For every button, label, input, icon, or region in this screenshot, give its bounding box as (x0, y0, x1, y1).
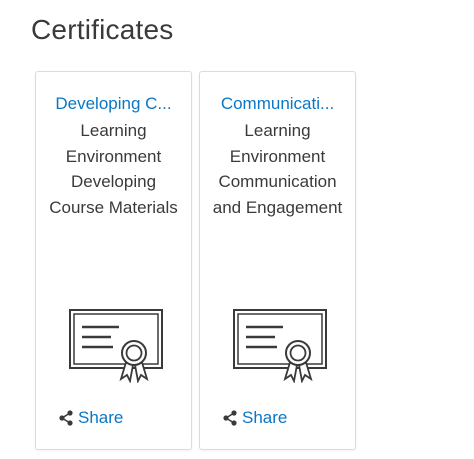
certificate-card: Communicati... Learning Environment Comm… (199, 71, 356, 450)
certificate-description: Learning Environment Developing Course M… (49, 121, 178, 218)
certificate-icon (233, 309, 327, 383)
share-label: Share (78, 408, 124, 427)
share-button[interactable]: Share (58, 408, 123, 428)
share-button[interactable]: Share (222, 408, 287, 428)
certificate-card: Developing C... Learning Environment Dev… (35, 71, 192, 450)
share-icon (223, 410, 237, 426)
certificate-title-link[interactable]: Communicati... (200, 94, 355, 114)
certificate-description: Learning Environment Communication and E… (212, 121, 343, 218)
share-icon (59, 410, 73, 426)
certificate-title-link[interactable]: Developing C... (36, 94, 191, 114)
certificate-icon (69, 309, 163, 383)
page-title: Certificates (31, 14, 174, 45)
certificate-list: Developing C... Learning Environment Dev… (35, 71, 356, 450)
share-label: Share (242, 408, 288, 427)
